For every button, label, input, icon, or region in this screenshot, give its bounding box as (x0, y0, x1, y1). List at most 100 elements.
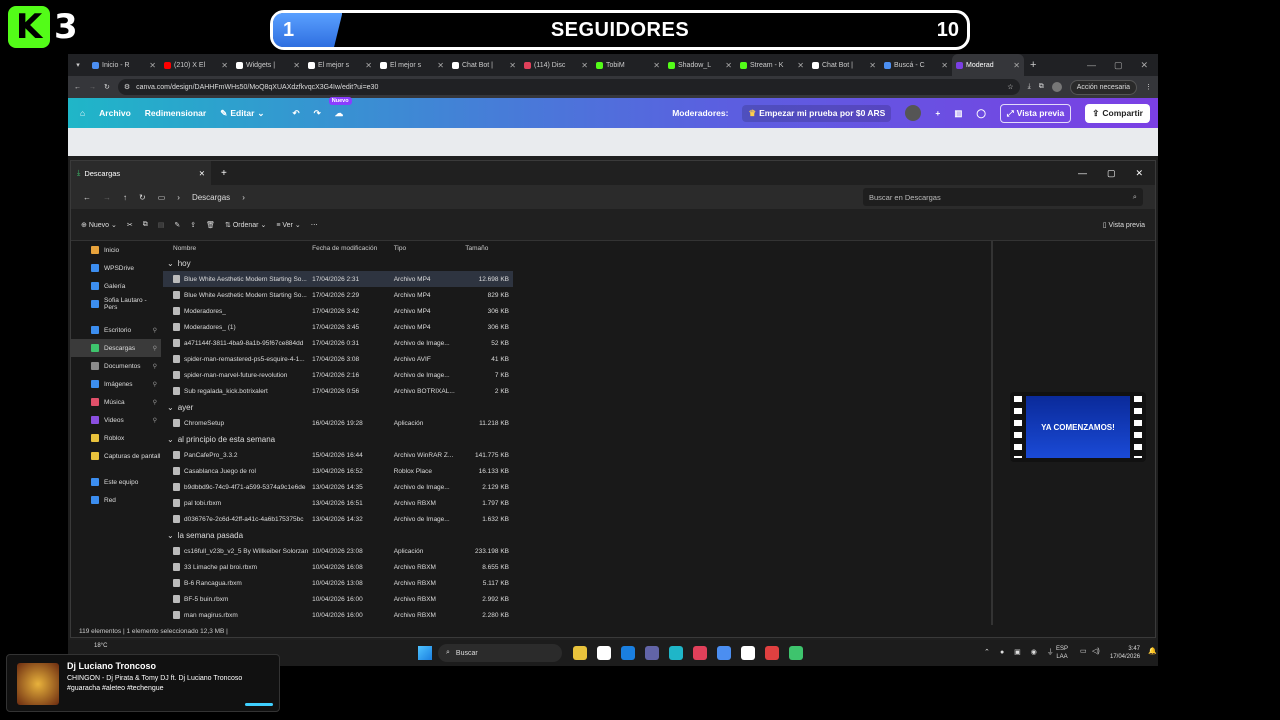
file-row[interactable]: cs16full_v23b_v2_5 By Willkeiber Solorza… (163, 543, 513, 559)
nav-refresh-icon[interactable]: ↻ (139, 193, 146, 202)
archivo-button[interactable]: Archivo (99, 108, 131, 118)
taskbar-app-icon[interactable] (765, 646, 779, 660)
browser-tab[interactable]: Buscá - C ✕ (880, 54, 952, 76)
sidebar-item[interactable]: Música ⚲ (71, 393, 161, 411)
browser-tab[interactable]: Chat Bot | ✕ (448, 54, 520, 76)
explorer-maximize-icon[interactable]: ▢ (1107, 168, 1116, 179)
file-row[interactable]: b9dbbd9c-74c9-4f71-a599-5374a9c1e6de 13/0… (163, 479, 513, 495)
sidebar-item[interactable]: Escritorio ⚲ (71, 321, 161, 339)
delete-icon[interactable]: 🗑 (206, 221, 215, 229)
nav-forward-icon[interactable]: → (103, 193, 111, 202)
close-icon[interactable]: ✕ (1140, 60, 1148, 71)
volume-icon[interactable]: ◁) (1092, 647, 1100, 655)
file-row[interactable]: a471144f-3811-4ba9-8a1b-95f67ce884dd 17/0… (163, 335, 513, 351)
network-icon[interactable]: ▭ (1080, 647, 1087, 655)
tab-list-icon[interactable]: ▾ (68, 61, 88, 69)
tab-close-icon[interactable]: ✕ (941, 61, 948, 70)
copy-icon[interactable]: ⧉ (143, 221, 148, 229)
tab-close-icon[interactable]: ✕ (293, 61, 300, 70)
file-row[interactable]: Moderadores_ (1) 17/04/2026 3:45 Archivo M… (163, 319, 513, 335)
browser-tab[interactable]: (210) X El ✕ (160, 54, 232, 76)
file-row[interactable]: spider-man-remastered-ps5-esquire-4-1...… (163, 351, 513, 367)
back-icon[interactable]: ← (74, 84, 81, 91)
taskbar-app-icon[interactable] (789, 646, 803, 660)
action-needed-button[interactable]: Acción necesaria (1069, 79, 1137, 95)
sidebar-item[interactable]: Documentos ⚲ (71, 357, 161, 375)
taskbar-app-icon[interactable] (693, 646, 707, 660)
share-file-icon[interactable]: ⇪ (190, 221, 196, 229)
tab-close-icon[interactable]: ✕ (199, 169, 205, 178)
group-header[interactable]: ⌄ al principio de esta semana (163, 431, 513, 447)
file-row[interactable]: ChromeSetup 16/04/2026 19:28 Aplicación 11.… (163, 415, 513, 431)
explorer-tab[interactable]: ⤓ Descargas ✕ (71, 161, 211, 185)
ordenar-button[interactable]: ⇅ Ordenar ⌄ (225, 221, 266, 229)
collaborator-avatar[interactable] (905, 105, 922, 121)
browser-tab[interactable]: Moderad ✕ (952, 54, 1024, 76)
nav-up-icon[interactable]: ↑ (123, 193, 127, 202)
redo-icon[interactable]: ↷ (314, 108, 321, 119)
undo-icon[interactable]: ↶ (293, 108, 300, 119)
explorer-search-input[interactable]: Buscar en Descargas ⌕ (863, 188, 1143, 206)
new-explorer-tab-icon[interactable]: + (221, 168, 227, 179)
sidebar-item[interactable]: Imágenes ⚲ (71, 375, 161, 393)
url-input[interactable]: ⚙ canva.com/design/DAHHFmWHs50/MoQ8qXUAX… (117, 79, 1020, 95)
tab-close-icon[interactable]: ✕ (149, 61, 156, 70)
browser-tab[interactable]: Chat Bot | ✕ (808, 54, 880, 76)
notification-bell-icon[interactable]: 🔔 (1148, 647, 1157, 655)
vista-previa-pane-button[interactable]: ▯ Vista previa (1103, 221, 1145, 229)
explorer-minimize-icon[interactable]: — (1078, 168, 1087, 179)
nuevo-button[interactable]: ⊕ Nuevo ⌄ (81, 221, 117, 229)
extensions-icon[interactable]: ⧉ (1039, 83, 1044, 91)
sidebar-item[interactable]: Videos ⚲ (71, 411, 161, 429)
taskbar-app-icon[interactable] (645, 646, 659, 660)
restore-icon[interactable]: ▢ (1114, 60, 1123, 71)
tab-close-icon[interactable]: ✕ (725, 61, 732, 70)
sync-button[interactable]: ☁ Nuevo (328, 96, 352, 119)
minimize-icon[interactable]: — (1087, 60, 1096, 71)
trial-button[interactable]: ♛ Empezar mi prueba por $0 ARS (742, 104, 892, 122)
browser-tab[interactable]: TobiM ✕ (592, 54, 664, 76)
col-date[interactable]: Fecha de modificación (308, 245, 390, 252)
forward-icon[interactable]: → (89, 84, 96, 91)
file-row[interactable]: Blue White Aesthetic Modern Starting So.… (163, 271, 513, 287)
taskbar-app-icon[interactable] (573, 646, 587, 660)
file-row[interactable]: man magirus.rbxm 10/04/2026 16:00 Archivo … (163, 607, 513, 623)
download-icon[interactable]: ⤓ (1028, 83, 1031, 91)
sidebar-item[interactable]: Capturas de pantall (71, 447, 161, 465)
sidebar-item[interactable]: Roblox (71, 429, 161, 447)
home-icon[interactable]: ⌂ (80, 108, 85, 118)
editar-button[interactable]: ✎ Editar ⌄ (220, 108, 264, 119)
browser-tab[interactable]: El mejor s ✕ (304, 54, 376, 76)
browser-tab[interactable]: Shadow_L ✕ (664, 54, 736, 76)
col-type[interactable]: Tipo (390, 245, 466, 252)
tab-close-icon[interactable]: ✕ (365, 61, 372, 70)
browser-tab[interactable]: El mejor s ✕ (376, 54, 448, 76)
file-row[interactable]: Moderadores_ 17/04/2026 3:42 Archivo MP4 30… (163, 303, 513, 319)
comment-icon[interactable]: ◯ (976, 108, 986, 119)
site-info-icon[interactable]: ⚙ (124, 83, 130, 91)
taskbar-app-icon[interactable] (741, 646, 755, 660)
tab-close-icon[interactable]: ✕ (869, 61, 876, 70)
taskbar-app-icon[interactable] (621, 646, 635, 660)
sidebar-item[interactable]: Sofia Lautaro - Pers (71, 295, 161, 313)
sidebar-item[interactable]: Inicio (71, 241, 161, 259)
breadcrumb[interactable]: Descargas (192, 193, 230, 202)
browser-tab[interactable]: (114) Disc ✕ (520, 54, 592, 76)
file-row[interactable]: spider-man-marvel-future-revolution 17/04… (163, 367, 513, 383)
group-header[interactable]: ⌄ hoy (163, 255, 513, 271)
group-header[interactable]: ⌄ la semana pasada (163, 527, 513, 543)
tray-chevron-icon[interactable]: ⌃ (984, 648, 990, 656)
cut-icon[interactable]: ✂ (127, 221, 133, 229)
clock[interactable]: 3:47 17/04/2026 (1110, 645, 1140, 661)
group-header[interactable]: ⌄ ayer (163, 399, 513, 415)
browser-tab[interactable]: Widgets | ✕ (232, 54, 304, 76)
redimensionar-button[interactable]: Redimensionar (145, 108, 206, 118)
file-row[interactable]: Blue White Aesthetic Modern Starting So.… (163, 287, 513, 303)
file-row[interactable]: 33 Limache pal broi.rbxm 10/04/2026 16:08… (163, 559, 513, 575)
tab-close-icon[interactable]: ✕ (581, 61, 588, 70)
tab-close-icon[interactable]: ✕ (437, 61, 444, 70)
sidebar-item[interactable]: WPSDrive (71, 259, 161, 277)
paste-icon[interactable]: ▤ (158, 221, 165, 229)
file-row[interactable]: BF-5 buin.rbxm 10/04/2026 16:00 Archivo RB… (163, 591, 513, 607)
vista-previa-button[interactable]: ⤢ Vista previa (999, 103, 1072, 123)
